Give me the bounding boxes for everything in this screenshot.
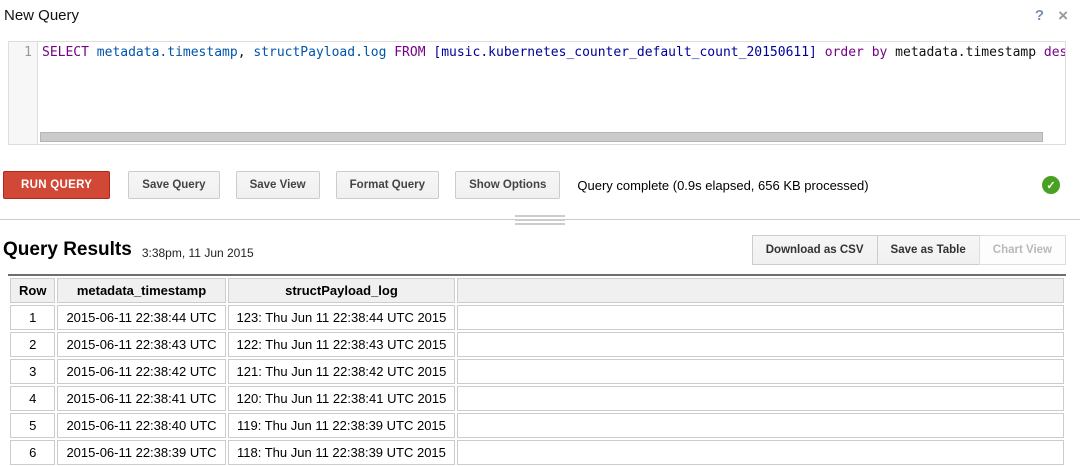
toolbar-buttons: Save Query Save View Format Query Show Opti… — [128, 171, 560, 199]
table-header-row: Rowmetadata_timestampstructPayload_log — [10, 278, 1064, 303]
sql-token-pln — [817, 45, 825, 60]
cell-metadata_timestamp: 2015-06-11 22:38:39 UTC — [57, 440, 225, 465]
sql-token-pln: metadata.timestamp — [895, 45, 1036, 60]
cell-metadata_timestamp: 2015-06-11 22:38:41 UTC — [57, 386, 225, 411]
sql-token-fld: metadata.timestamp — [97, 45, 238, 60]
close-icon[interactable]: × — [1058, 9, 1068, 23]
cell-metadata_timestamp: 2015-06-11 22:38:43 UTC — [57, 332, 225, 357]
sql-editor[interactable]: 1 SELECT metadata.timestamp, structPaylo… — [8, 41, 1066, 145]
chart-view-button: Chart View — [979, 235, 1066, 265]
format-query-button[interactable]: Format Query — [336, 171, 439, 199]
cell-structpayload_log: 123: Thu Jun 11 22:38:44 UTC 2015 — [228, 305, 456, 330]
cell-row: 3 — [10, 359, 55, 384]
results-table-container: Rowmetadata_timestampstructPayload_log 1… — [8, 274, 1066, 466]
sql-token-pln — [887, 45, 895, 60]
show-options-button[interactable]: Show Options — [455, 171, 560, 199]
cell-metadata_timestamp: 2015-06-11 22:38:40 UTC — [57, 413, 225, 438]
cell-structpayload_log: 118: Thu Jun 11 22:38:39 UTC 2015 — [228, 440, 456, 465]
help-icon[interactable]: ? — [1035, 7, 1044, 24]
cell-filler — [457, 440, 1064, 465]
sql-token-pln — [864, 45, 872, 60]
cell-row: 1 — [10, 305, 55, 330]
sql-token-pln — [1036, 45, 1044, 60]
results-title: Query Results — [3, 239, 132, 261]
line-number: 1 — [9, 42, 37, 60]
cell-metadata_timestamp: 2015-06-11 22:38:44 UTC — [57, 305, 225, 330]
sql-token-kw: by — [872, 45, 888, 60]
page-title: New Query — [4, 7, 79, 24]
results-header: Query Results 3:38pm, 11 Jun 2015 Downlo… — [3, 235, 1066, 265]
download-as-csv-button[interactable]: Download as CSV — [752, 235, 878, 265]
table-row: 42015-06-11 22:38:41 UTC120: Thu Jun 11 … — [10, 386, 1064, 411]
cell-filler — [457, 332, 1064, 357]
sql-query-text[interactable]: SELECT metadata.timestamp, structPayload… — [38, 42, 1065, 144]
results-timestamp: 3:38pm, 11 Jun 2015 — [142, 241, 254, 260]
save-query-button[interactable]: Save Query — [128, 171, 219, 199]
table-row: 12015-06-11 22:38:44 UTC123: Thu Jun 11 … — [10, 305, 1064, 330]
table-row: 32015-06-11 22:38:42 UTC121: Thu Jun 11 … — [10, 359, 1064, 384]
sql-token-kw: SELECT — [42, 45, 89, 60]
cell-row: 6 — [10, 440, 55, 465]
cell-structpayload_log: 122: Thu Jun 11 22:38:43 UTC 2015 — [228, 332, 456, 357]
editor-horizontal-scrollbar[interactable] — [40, 132, 1063, 143]
panel-splitter — [0, 213, 1080, 227]
header-icons: ? × — [1035, 7, 1068, 24]
cell-filler — [457, 413, 1064, 438]
save-as-table-button[interactable]: Save as Table — [877, 235, 980, 265]
results-table: Rowmetadata_timestampstructPayload_log 1… — [8, 276, 1066, 466]
query-toolbar: RUN QUERY Save Query Save View Format Quer… — [3, 171, 1066, 199]
query-panel-header: New Query ? × — [0, 0, 1080, 28]
column-header-structpayload_log: structPayload_log — [228, 278, 456, 303]
save-view-button[interactable]: Save View — [236, 171, 320, 199]
table-row: 52015-06-11 22:38:40 UTC119: Thu Jun 11 … — [10, 413, 1064, 438]
sql-token-fld: structPayload.log — [253, 45, 386, 60]
cell-filler — [457, 359, 1064, 384]
cell-row: 4 — [10, 386, 55, 411]
query-status-text: Query complete (0.9s elapsed, 656 KB pro… — [577, 178, 868, 193]
run-query-button[interactable]: RUN QUERY — [3, 171, 110, 199]
table-row: 22015-06-11 22:38:43 UTC122: Thu Jun 11 … — [10, 332, 1064, 357]
cell-metadata_timestamp: 2015-06-11 22:38:42 UTC — [57, 359, 225, 384]
sql-token-kw: order — [825, 45, 864, 60]
results-action-buttons: Download as CSVSave as TableChart View — [753, 235, 1066, 265]
sql-token-pln: , — [238, 45, 254, 60]
sql-token-kw: FROM — [394, 45, 425, 60]
sql-token-tbl: [music.kubernetes_counter_default_count_… — [433, 45, 817, 60]
cell-filler — [457, 305, 1064, 330]
scrollbar-thumb[interactable] — [40, 132, 1043, 142]
cell-structpayload_log: 119: Thu Jun 11 22:38:39 UTC 2015 — [228, 413, 456, 438]
column-header-filler — [457, 278, 1064, 303]
splitter-grip-handle[interactable] — [515, 214, 565, 226]
cell-structpayload_log: 120: Thu Jun 11 22:38:41 UTC 2015 — [228, 386, 456, 411]
table-row: 62015-06-11 22:38:39 UTC118: Thu Jun 11 … — [10, 440, 1064, 465]
cell-filler — [457, 386, 1064, 411]
sql-token-pln — [89, 45, 97, 60]
column-header-metadata_timestamp: metadata_timestamp — [57, 278, 225, 303]
sql-token-kw: desc — [1044, 45, 1065, 60]
column-header-row: Row — [10, 278, 55, 303]
table-body: 12015-06-11 22:38:44 UTC123: Thu Jun 11 … — [10, 305, 1064, 465]
query-complete-check-icon: ✓ — [1042, 176, 1060, 194]
cell-row: 2 — [10, 332, 55, 357]
editor-gutter: 1 — [9, 42, 38, 144]
cell-structpayload_log: 121: Thu Jun 11 22:38:42 UTC 2015 — [228, 359, 456, 384]
cell-row: 5 — [10, 413, 55, 438]
